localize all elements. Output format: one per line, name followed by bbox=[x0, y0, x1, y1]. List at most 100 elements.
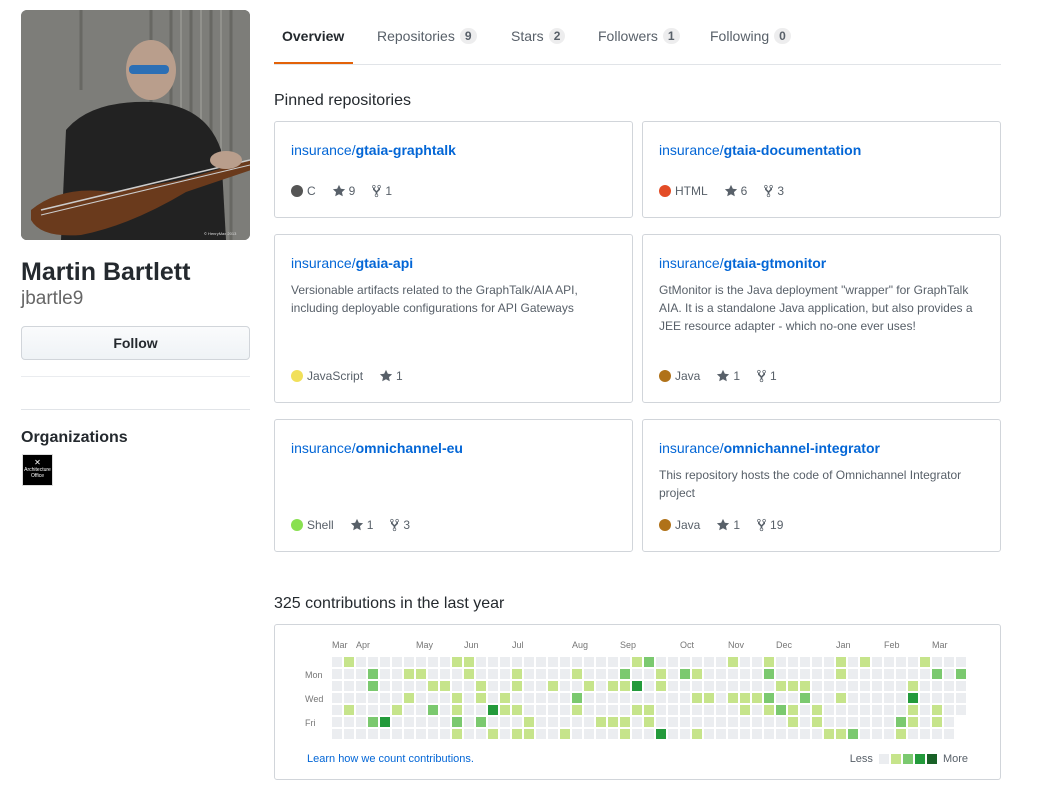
repo-forks[interactable]: 3 bbox=[763, 184, 784, 198]
contribution-day[interactable] bbox=[812, 669, 822, 679]
contribution-day[interactable] bbox=[368, 657, 378, 667]
contribution-day[interactable] bbox=[644, 693, 654, 703]
contribution-day[interactable] bbox=[548, 729, 558, 739]
contribution-day[interactable] bbox=[392, 693, 402, 703]
contribution-day[interactable] bbox=[908, 705, 918, 715]
repo-forks[interactable]: 19 bbox=[756, 518, 783, 532]
contribution-day[interactable] bbox=[956, 705, 966, 715]
contribution-day[interactable] bbox=[932, 693, 942, 703]
contribution-day[interactable] bbox=[824, 717, 834, 727]
repo-link[interactable]: insurance/gtaia-api bbox=[291, 255, 413, 271]
contribution-day[interactable] bbox=[356, 729, 366, 739]
contribution-day[interactable] bbox=[476, 717, 486, 727]
contribution-day[interactable] bbox=[428, 705, 438, 715]
contribution-day[interactable] bbox=[656, 717, 666, 727]
contribution-day[interactable] bbox=[896, 669, 906, 679]
contribution-day[interactable] bbox=[788, 681, 798, 691]
contribution-day[interactable] bbox=[920, 693, 930, 703]
contribution-day[interactable] bbox=[632, 693, 642, 703]
contribution-day[interactable] bbox=[896, 717, 906, 727]
contribution-day[interactable] bbox=[764, 669, 774, 679]
contribution-day[interactable] bbox=[380, 669, 390, 679]
contribution-day[interactable] bbox=[740, 729, 750, 739]
contribution-day[interactable] bbox=[896, 729, 906, 739]
contribution-day[interactable] bbox=[668, 729, 678, 739]
contribution-day[interactable] bbox=[428, 681, 438, 691]
contribution-day[interactable] bbox=[404, 681, 414, 691]
contribution-day[interactable] bbox=[500, 705, 510, 715]
contribution-day[interactable] bbox=[752, 681, 762, 691]
contribution-day[interactable] bbox=[848, 717, 858, 727]
contribution-day[interactable] bbox=[824, 729, 834, 739]
contribution-day[interactable] bbox=[680, 669, 690, 679]
contribution-day[interactable] bbox=[392, 705, 402, 715]
contribution-day[interactable] bbox=[380, 693, 390, 703]
contribution-day[interactable] bbox=[740, 693, 750, 703]
contribution-day[interactable] bbox=[344, 669, 354, 679]
contribution-day[interactable] bbox=[632, 669, 642, 679]
contribution-day[interactable] bbox=[608, 705, 618, 715]
contribution-day[interactable] bbox=[572, 705, 582, 715]
contribution-day[interactable] bbox=[392, 717, 402, 727]
contribution-day[interactable] bbox=[800, 681, 810, 691]
contribution-day[interactable] bbox=[344, 693, 354, 703]
contribution-day[interactable] bbox=[728, 717, 738, 727]
contribution-day[interactable] bbox=[332, 693, 342, 703]
contribution-day[interactable] bbox=[428, 669, 438, 679]
contribution-day[interactable] bbox=[716, 705, 726, 715]
contribution-day[interactable] bbox=[860, 729, 870, 739]
contribution-day[interactable] bbox=[368, 705, 378, 715]
contribution-day[interactable] bbox=[752, 717, 762, 727]
contribution-day[interactable] bbox=[488, 693, 498, 703]
repo-link[interactable]: insurance/gtaia-gtmonitor bbox=[659, 255, 826, 271]
contribution-day[interactable] bbox=[896, 657, 906, 667]
contribution-day[interactable] bbox=[680, 705, 690, 715]
contribution-day[interactable] bbox=[656, 681, 666, 691]
contribution-day[interactable] bbox=[680, 693, 690, 703]
contribution-day[interactable] bbox=[452, 681, 462, 691]
contribution-day[interactable] bbox=[548, 705, 558, 715]
contribution-day[interactable] bbox=[332, 657, 342, 667]
contribution-day[interactable] bbox=[800, 657, 810, 667]
contribution-day[interactable] bbox=[716, 729, 726, 739]
contribution-day[interactable] bbox=[896, 705, 906, 715]
contribution-day[interactable] bbox=[860, 705, 870, 715]
contribution-day[interactable] bbox=[932, 657, 942, 667]
contribution-day[interactable] bbox=[392, 729, 402, 739]
contribution-day[interactable] bbox=[944, 669, 954, 679]
contribution-day[interactable] bbox=[620, 669, 630, 679]
contribution-day[interactable] bbox=[752, 693, 762, 703]
contribution-day[interactable] bbox=[416, 693, 426, 703]
repo-stars[interactable]: 9 bbox=[332, 184, 355, 198]
contribution-day[interactable] bbox=[596, 729, 606, 739]
contribution-day[interactable] bbox=[944, 717, 954, 727]
contribution-day[interactable] bbox=[488, 729, 498, 739]
contribution-day[interactable] bbox=[728, 681, 738, 691]
contribution-day[interactable] bbox=[812, 681, 822, 691]
contribution-day[interactable] bbox=[884, 669, 894, 679]
contribution-day[interactable] bbox=[584, 681, 594, 691]
contribution-day[interactable] bbox=[716, 657, 726, 667]
contribution-day[interactable] bbox=[776, 717, 786, 727]
contribution-day[interactable] bbox=[728, 669, 738, 679]
contribution-day[interactable] bbox=[584, 717, 594, 727]
contribution-day[interactable] bbox=[932, 717, 942, 727]
contribution-day[interactable] bbox=[440, 705, 450, 715]
contribution-day[interactable] bbox=[644, 681, 654, 691]
contribution-day[interactable] bbox=[764, 717, 774, 727]
contribution-day[interactable] bbox=[836, 669, 846, 679]
contribution-day[interactable] bbox=[788, 705, 798, 715]
contribution-day[interactable] bbox=[404, 729, 414, 739]
contribution-day[interactable] bbox=[908, 693, 918, 703]
contribution-day[interactable] bbox=[524, 717, 534, 727]
contribution-day[interactable] bbox=[536, 657, 546, 667]
contribution-day[interactable] bbox=[440, 729, 450, 739]
contribution-day[interactable] bbox=[896, 681, 906, 691]
contribution-day[interactable] bbox=[716, 681, 726, 691]
contribution-day[interactable] bbox=[680, 681, 690, 691]
contribution-day[interactable] bbox=[620, 717, 630, 727]
contribution-day[interactable] bbox=[380, 705, 390, 715]
contribution-day[interactable] bbox=[776, 693, 786, 703]
contribution-day[interactable] bbox=[836, 717, 846, 727]
contribution-day[interactable] bbox=[428, 717, 438, 727]
